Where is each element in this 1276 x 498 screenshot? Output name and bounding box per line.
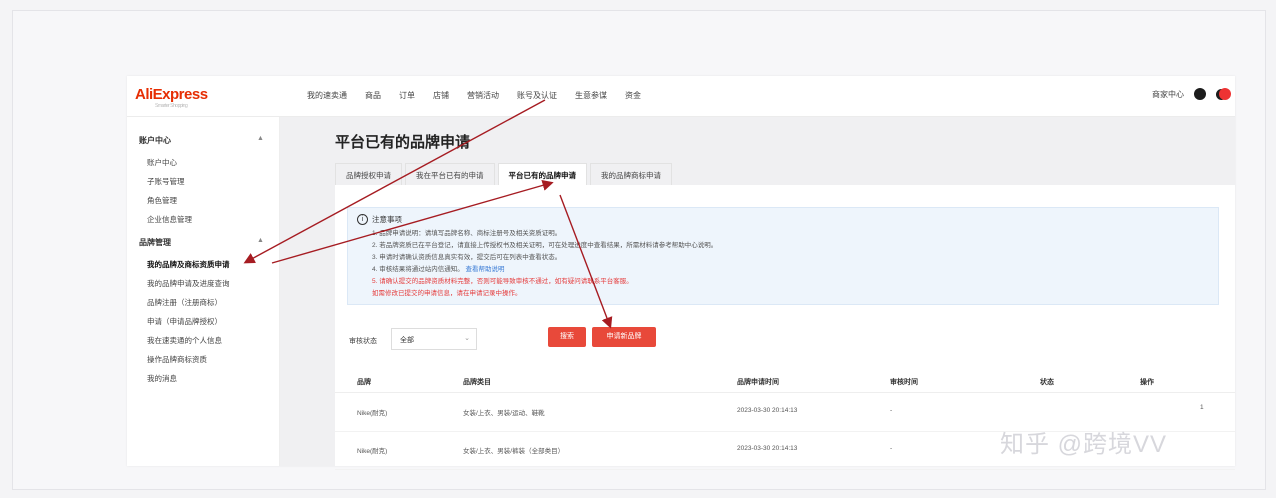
apply-new-brand-button[interactable]: 申请新品牌 <box>592 327 656 347</box>
user-avatar-icon[interactable] <box>1194 88 1206 100</box>
notice-title: 注意事项 <box>372 215 402 224</box>
column-header-apply-time: 品牌申请时间 <box>737 379 779 386</box>
sidebar-item-personal-info[interactable]: 我在速卖通的个人信息 <box>147 335 222 346</box>
cell-brand: Nike(耐克) <box>357 448 388 455</box>
search-button[interactable]: 搜索 <box>548 327 586 347</box>
status-select[interactable]: 全部 ⌄ <box>391 328 477 350</box>
page-title: 平台已有的品牌申请 <box>335 134 471 151</box>
notice-line: 1. 品牌申请说明：请填写品牌名称、商标注册号及相关资质证明。 <box>372 230 562 237</box>
sidebar-item-account-center[interactable]: 账户中心 <box>147 157 177 168</box>
merchant-center-link[interactable]: 商家中心 <box>1152 89 1184 100</box>
cell-apply-time: 2023-03-30 20:14:13 <box>737 445 798 452</box>
cell-category: 女装/上衣、男装/裤装（全部类目） <box>463 448 565 455</box>
sidebar-group-brand[interactable]: 品牌管理 <box>139 237 171 248</box>
nav-item-my-aliexpress[interactable]: 我的速卖通 <box>307 90 347 101</box>
chevron-down-icon: ⌄ <box>464 335 470 342</box>
info-icon: i <box>357 214 368 225</box>
sidebar-item-company-info[interactable]: 企业信息管理 <box>147 214 192 225</box>
notice-line: 3. 申请时请确认资质信息真实有效，提交后可在列表中查看状态。 <box>372 254 562 261</box>
notice-warning-line: 如需修改已提交的申请信息，请在申请记录中操作。 <box>372 290 522 297</box>
aliexpress-logo[interactable]: AliExpress Smarter Shopping <box>135 86 208 109</box>
sidebar-item-brand-progress[interactable]: 我的品牌申请及进度查询 <box>147 278 230 289</box>
notice-box: i 注意事项 1. 品牌申请说明：请填写品牌名称、商标注册号及相关资质证明。 2… <box>347 207 1219 305</box>
sidebar: 账户中心 ▲ 账户中心 子账号管理 角色管理 企业信息管理 品牌管理 ▲ 我的品… <box>127 117 280 466</box>
sidebar-item-messages[interactable]: 我的消息 <box>147 373 177 384</box>
table-header: 品牌 品牌类目 品牌申请时间 审核时间 状态 操作 <box>335 370 1235 393</box>
chevron-up-icon[interactable]: ▲ <box>257 135 264 142</box>
tab-bar: 品牌授权申请 我在平台已有的申请 平台已有的品牌申请 我的品牌商标申请 <box>335 163 675 185</box>
nav-item-store[interactable]: 店铺 <box>433 90 449 101</box>
tab-brand-authorization[interactable]: 品牌授权申请 <box>335 163 402 185</box>
header-right: 商家中心 <box>1152 88 1231 100</box>
sidebar-item-trademark-qualification[interactable]: 操作品牌商标资质 <box>147 354 207 365</box>
cell-category: 女装/上衣、男装/运动、鞋靴 <box>463 410 545 417</box>
help-link[interactable]: 查看帮助说明 <box>466 266 505 273</box>
column-header-category: 品牌类目 <box>463 379 491 386</box>
notice-line-text: 4. 审核结果将通过站内信通知。 <box>372 266 464 273</box>
top-navigation-bar: AliExpress Smarter Shopping 我的速卖通 商品 订单 … <box>127 76 1235 117</box>
sidebar-item-brand-register[interactable]: 品牌注册（注册商标） <box>147 297 222 308</box>
notification-icon[interactable] <box>1216 88 1231 100</box>
tab-existing-brand-application[interactable]: 平台已有的品牌申请 <box>497 163 587 185</box>
nav-item-account-verification[interactable]: 账号及认证 <box>517 90 557 101</box>
status-select-value: 全部 <box>400 337 414 344</box>
column-header-status: 状态 <box>1040 379 1054 386</box>
column-header-brand: 品牌 <box>357 379 371 386</box>
cell-actions[interactable]: 1 <box>1200 404 1204 411</box>
cell-review-time: - <box>890 407 893 414</box>
tab-my-trademark-application[interactable]: 我的品牌商标申请 <box>590 163 672 185</box>
cell-review-time: - <box>890 445 893 452</box>
main-content: 平台已有的品牌申请 品牌授权申请 我在平台已有的申请 平台已有的品牌申请 我的品… <box>280 117 1235 470</box>
sidebar-item-sub-accounts[interactable]: 子账号管理 <box>147 176 185 187</box>
tab-my-applications[interactable]: 我在平台已有的申请 <box>405 163 495 185</box>
sidebar-item-roles[interactable]: 角色管理 <box>147 195 177 206</box>
sidebar-item-brand-authorization[interactable]: 申请（申请品牌授权） <box>147 316 222 327</box>
sidebar-item-brand-application[interactable]: 我的品牌及商标资质申请 <box>147 259 230 270</box>
seller-center-window: AliExpress Smarter Shopping 我的速卖通 商品 订单 … <box>127 76 1235 470</box>
nav-item-orders[interactable]: 订单 <box>399 90 415 101</box>
nav-item-products[interactable]: 商品 <box>365 90 381 101</box>
nav-item-business-advisor[interactable]: 生意参谋 <box>575 90 607 101</box>
logo-text: AliExpress <box>135 86 208 103</box>
chevron-up-icon[interactable]: ▲ <box>257 237 264 244</box>
status-filter-label: 审核状态 <box>349 338 377 345</box>
notice-warning-line: 5. 请确认提交的品牌资质材料完整，否则可能导致审核不通过，如有疑问请联系平台客… <box>372 278 633 285</box>
notice-line: 2. 若品牌资质已在平台登记，请直接上传授权书及相关证明，可在处理进度中查看结果… <box>372 242 718 249</box>
logo-tagline: Smarter Shopping <box>155 103 188 109</box>
notice-line: 4. 审核结果将通过站内信通知。 查看帮助说明 <box>372 263 505 273</box>
nav-item-marketing[interactable]: 营销活动 <box>467 90 499 101</box>
column-header-review-time: 审核时间 <box>890 379 918 386</box>
sidebar-group-account[interactable]: 账户中心 <box>139 135 171 146</box>
column-header-actions: 操作 <box>1140 379 1154 386</box>
watermark: 知乎 @跨境VV <box>1000 431 1168 458</box>
nav-item-funds[interactable]: 资金 <box>625 90 641 101</box>
main-nav: 我的速卖通 商品 订单 店铺 营销活动 账号及认证 生意参谋 资金 <box>307 90 641 101</box>
cell-apply-time: 2023-03-30 20:14:13 <box>737 407 798 414</box>
cell-brand: Nike(耐克) <box>357 410 388 417</box>
